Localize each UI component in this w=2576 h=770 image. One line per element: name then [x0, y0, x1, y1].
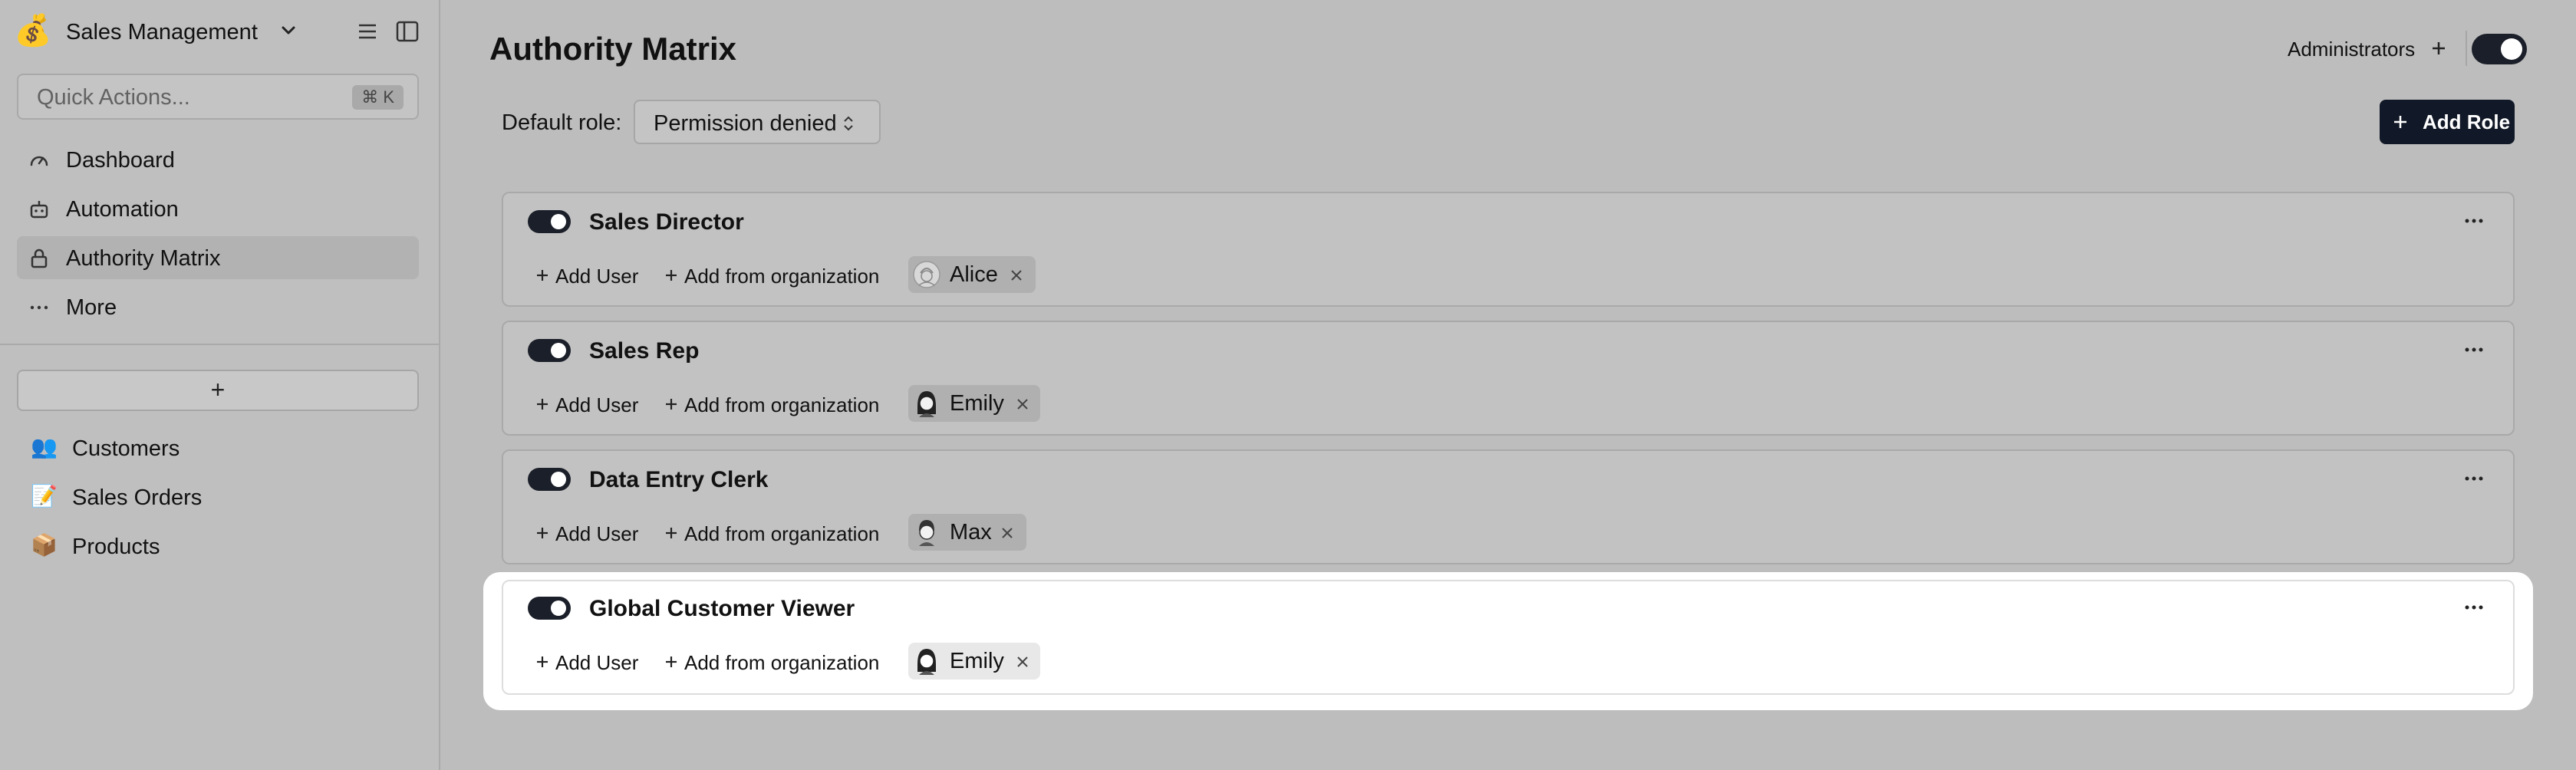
role-name: Data Entry Clerk: [589, 467, 769, 492]
nav-item-dashboard[interactable]: Dashboard: [17, 138, 419, 181]
people-icon: 👥: [31, 435, 58, 459]
more-horizontal-icon[interactable]: [2462, 471, 2485, 486]
role-toggle[interactable]: [528, 597, 571, 620]
plus-icon[interactable]: [663, 267, 680, 284]
collection-label: Sales Orders: [72, 485, 203, 510]
plus-icon[interactable]: [534, 653, 551, 670]
close-icon[interactable]: [1000, 526, 1014, 540]
user-name: Emily: [950, 391, 1004, 416]
collection-label: Customers: [72, 436, 180, 461]
add-collection-button[interactable]: +: [17, 370, 419, 411]
plus-icon[interactable]: [663, 396, 680, 413]
add-from-organization-button[interactable]: Add from organization: [684, 262, 879, 290]
role-card-sales-rep: Sales Rep Add User Add from organization…: [502, 321, 2515, 436]
plus-icon[interactable]: [534, 267, 551, 284]
plus-icon[interactable]: [534, 525, 551, 541]
main-content: Authority Matrix Administrators Default …: [440, 0, 2576, 770]
default-role-value: Permission denied: [654, 111, 837, 136]
close-icon[interactable]: [1016, 655, 1029, 669]
more-horizontal-icon[interactable]: [2462, 213, 2485, 229]
plus-icon[interactable]: [534, 396, 551, 413]
app-title: Sales Management: [66, 20, 258, 44]
collection-label: Products: [72, 535, 160, 559]
role-card-sales-director: Sales Director Add User Add from organiz…: [502, 192, 2515, 307]
sidebar-item-sales-orders[interactable]: 📝 Sales Orders: [17, 475, 419, 518]
nav-label: More: [66, 295, 117, 320]
user-chip[interactable]: Emily: [908, 643, 1040, 680]
avatar: [913, 261, 940, 288]
plus-icon: [2394, 116, 2406, 128]
add-from-organization-button[interactable]: Add from organization: [684, 649, 879, 676]
plus-icon[interactable]: [2429, 38, 2449, 58]
gauge-icon: [30, 156, 48, 166]
user-name: Max: [950, 520, 992, 545]
avatar: [917, 649, 936, 675]
sidebar-toggle-icon[interactable]: [394, 18, 420, 44]
add-user-button[interactable]: Add User: [555, 262, 638, 290]
package-icon: 📦: [31, 533, 58, 557]
nav-label: Dashboard: [66, 148, 175, 173]
list-icon[interactable]: [354, 18, 380, 44]
admin-toggle[interactable]: [2472, 34, 2527, 64]
role-toggle[interactable]: [528, 210, 571, 233]
role-name: Global Customer Viewer: [589, 596, 855, 621]
sidebar-divider: [0, 344, 439, 345]
memo-icon: 📝: [31, 484, 58, 508]
nav-item-more[interactable]: More: [17, 285, 419, 328]
role-card-data-entry-clerk: Data Entry Clerk Add User Add from organ…: [502, 449, 2515, 564]
user-name: Alice: [950, 262, 998, 287]
sidebar: 💰 Sales Management Quick Actions... ⌘ K …: [0, 0, 440, 770]
quick-actions-search[interactable]: Quick Actions... ⌘ K: [17, 74, 419, 120]
more-horizontal-icon[interactable]: [2462, 342, 2485, 357]
add-role-button[interactable]: Add Role: [2380, 100, 2515, 144]
default-role-select[interactable]: Permission denied: [634, 100, 881, 144]
default-role-label: Default role:: [502, 110, 622, 135]
nav-item-automation[interactable]: Automation: [17, 187, 419, 230]
add-user-button[interactable]: Add User: [555, 649, 638, 676]
user-chip[interactable]: Alice: [908, 256, 1036, 293]
more-dots-icon: [30, 305, 48, 310]
role-toggle[interactable]: [528, 468, 571, 491]
role-card-global-customer-viewer: Global Customer Viewer Add User Add from…: [502, 580, 2515, 695]
role-toggle[interactable]: [528, 339, 571, 362]
add-user-button[interactable]: Add User: [555, 520, 638, 548]
plus-icon[interactable]: [663, 525, 680, 541]
sidebar-item-products[interactable]: 📦 Products: [17, 525, 419, 568]
page-title: Authority Matrix: [489, 31, 737, 67]
close-icon[interactable]: [1016, 397, 1029, 411]
header-divider: [2466, 31, 2467, 66]
administrators-button[interactable]: Administrators: [2288, 35, 2415, 63]
nav-label: Automation: [66, 197, 179, 222]
role-name: Sales Director: [589, 209, 744, 235]
user-chip[interactable]: Max: [908, 514, 1026, 551]
add-from-organization-button[interactable]: Add from organization: [684, 391, 879, 419]
quick-actions-placeholder: Quick Actions...: [37, 85, 190, 110]
add-from-organization-button[interactable]: Add from organization: [684, 520, 879, 548]
avatar: [919, 520, 934, 546]
lock-icon: [31, 248, 48, 268]
role-name: Sales Rep: [589, 338, 700, 364]
robot-icon: [30, 201, 48, 219]
sidebar-item-customers[interactable]: 👥 Customers: [17, 426, 419, 469]
user-name: Emily: [950, 649, 1004, 673]
chevron-down-icon: [282, 26, 295, 35]
nav-item-authority-matrix[interactable]: Authority Matrix: [17, 236, 419, 279]
money-bag-icon: 💰: [14, 14, 52, 48]
close-icon[interactable]: [1010, 268, 1023, 282]
nav-label: Authority Matrix: [66, 246, 221, 271]
select-arrows-icon: [844, 116, 853, 131]
more-horizontal-icon[interactable]: [2462, 600, 2485, 615]
avatar: [917, 391, 936, 417]
plus-icon[interactable]: [663, 653, 680, 670]
shortcut-badge: ⌘ K: [352, 85, 404, 110]
user-chip[interactable]: Emily: [908, 385, 1040, 422]
add-user-button[interactable]: Add User: [555, 391, 638, 419]
add-role-label: Add Role: [2423, 110, 2511, 133]
